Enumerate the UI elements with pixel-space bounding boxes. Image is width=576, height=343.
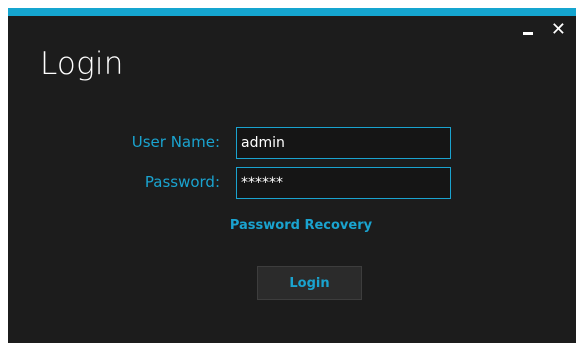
username-row: User Name: bbox=[8, 127, 576, 159]
password-recovery-link[interactable]: Password Recovery bbox=[8, 218, 576, 233]
window-controls: ✕ bbox=[522, 20, 566, 40]
login-button-label: Login bbox=[289, 275, 330, 291]
password-recovery-label: Password Recovery bbox=[229, 218, 373, 233]
password-label: Password: bbox=[144, 173, 220, 191]
minimize-button[interactable] bbox=[522, 20, 533, 40]
password-row: Password: bbox=[8, 167, 576, 199]
username-input[interactable] bbox=[236, 127, 451, 159]
password-input[interactable] bbox=[236, 167, 451, 199]
username-label: User Name: bbox=[131, 133, 220, 151]
close-icon: ✕ bbox=[550, 19, 566, 40]
close-button[interactable]: ✕ bbox=[551, 20, 566, 40]
minimize-icon bbox=[522, 32, 533, 35]
page-title: Login bbox=[40, 46, 124, 82]
login-button[interactable]: Login bbox=[257, 266, 362, 300]
window-accent-bar bbox=[8, 8, 576, 16]
login-window: ✕ Login User Name: Password: Password Re… bbox=[8, 8, 576, 343]
